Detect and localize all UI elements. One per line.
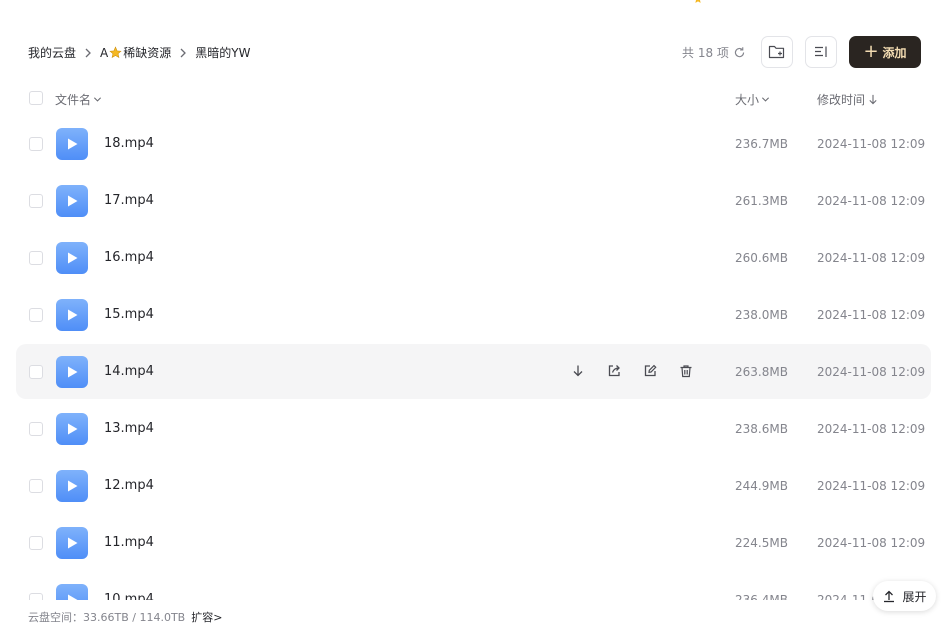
storage-footer: 云盘空间：33.66TB / 114.0TB 扩容> [28, 609, 222, 625]
breadcrumb-folder-1-suffix: 稀缺资源 [123, 46, 172, 60]
upload-icon [884, 590, 895, 603]
file-name[interactable]: 18.mp4 [104, 136, 154, 151]
video-file-icon [56, 527, 88, 559]
add-button-label: 添加 [882, 45, 907, 60]
file-size: 236.4MB [735, 593, 788, 600]
star-icon [695, 0, 701, 3]
file-modified: 2024-11-08 12:09 [817, 137, 926, 151]
add-button[interactable]: + 添加 [849, 36, 921, 68]
column-size[interactable]: 大小 [735, 91, 770, 108]
file-row[interactable]: 13.mp4 238.6MB 2024-11-08 12:09 [16, 401, 931, 456]
file-row[interactable]: 12.mp4 244.9MB 2024-11-08 12:09 [16, 458, 931, 513]
star-icon [109, 46, 122, 59]
download-icon[interactable] [570, 363, 586, 379]
storage-usage: 云盘空间：33.66TB / 114.0TB [28, 611, 186, 624]
video-file-icon [56, 128, 88, 160]
video-file-icon [56, 185, 88, 217]
file-list: 18.mp4 236.7MB 2024-11-08 12:09 17.mp4 261.3… [0, 116, 947, 600]
new-folder-icon [768, 45, 785, 59]
breadcrumb-folder-1[interactable]: A 稀缺资源 [100, 44, 171, 61]
file-modified: 2024-11-08 12:09 [817, 479, 926, 493]
file-name[interactable]: 13.mp4 [104, 421, 154, 436]
file-size: 263.8MB [735, 365, 788, 379]
video-file-icon [56, 299, 88, 331]
file-name[interactable]: 17.mp4 [104, 193, 154, 208]
video-file-icon [56, 356, 88, 388]
column-size-label: 大小 [735, 93, 760, 107]
column-name[interactable]: 文件名 [55, 91, 102, 108]
file-name[interactable]: 14.mp4 [104, 364, 154, 379]
chevron-right-icon [176, 46, 190, 60]
item-count: 共 18 项 [682, 44, 746, 61]
file-modified: 2024-11-08 12:09 [817, 536, 926, 550]
row-checkbox[interactable] [29, 308, 43, 322]
file-size: 244.9MB [735, 479, 788, 493]
file-modified: 2024-11-08 12:09 [817, 308, 926, 322]
chevron-down-icon [761, 97, 770, 102]
trash-icon[interactable] [678, 363, 694, 379]
file-name[interactable]: 16.mp4 [104, 250, 154, 265]
column-modified[interactable]: 修改时间 [817, 91, 878, 108]
row-checkbox[interactable] [29, 422, 43, 436]
video-file-icon [56, 584, 88, 600]
row-actions [570, 363, 714, 379]
rename-icon[interactable] [642, 363, 658, 379]
chevron-down-icon [93, 97, 102, 102]
expand-storage-link[interactable]: 扩容> [191, 611, 222, 624]
new-folder-button[interactable] [761, 36, 793, 68]
row-checkbox[interactable] [29, 479, 43, 493]
unfold-label: 展开 [902, 589, 927, 604]
refresh-icon[interactable] [733, 46, 746, 59]
file-modified: 2024-11-08 12:09 [817, 194, 926, 208]
file-row[interactable]: 16.mp4 260.6MB 2024-11-08 12:09 [16, 230, 931, 285]
column-name-label: 文件名 [55, 93, 92, 107]
breadcrumb: 我的云盘 A 稀缺资源 黑暗的YW [28, 44, 250, 61]
file-modified: 2024-11-08 12:09 [817, 251, 926, 265]
row-checkbox[interactable] [29, 194, 43, 208]
column-header: 文件名 大小 修改时间 [0, 86, 947, 110]
share-icon[interactable] [606, 363, 622, 379]
file-row[interactable]: 18.mp4 236.7MB 2024-11-08 12:09 [16, 116, 931, 171]
row-checkbox[interactable] [29, 251, 43, 265]
file-name[interactable]: 11.mp4 [104, 535, 154, 550]
item-count-label: 共 18 项 [682, 46, 729, 60]
breadcrumb-folder-1-prefix: A [100, 46, 109, 60]
file-size: 261.3MB [735, 194, 788, 208]
sort-button[interactable] [805, 36, 837, 68]
row-checkbox[interactable] [29, 593, 43, 600]
row-checkbox[interactable] [29, 536, 43, 550]
file-name[interactable]: 12.mp4 [104, 478, 154, 493]
file-size: 238.0MB [735, 308, 788, 322]
plus-icon: + [863, 41, 879, 62]
unfold-button[interactable]: 展开 [873, 581, 936, 611]
sort-icon [815, 46, 827, 57]
video-file-icon [56, 470, 88, 502]
header: 我的云盘 A 稀缺资源 黑暗的YW 共 18 项 + 添加 [0, 36, 947, 68]
row-checkbox[interactable] [29, 137, 43, 151]
file-size: 238.6MB [735, 422, 788, 436]
file-size: 236.7MB [735, 137, 788, 151]
breadcrumb-root[interactable]: 我的云盘 [28, 44, 76, 61]
file-size: 260.6MB [735, 251, 788, 265]
file-modified: 2024-11-08 12:09 [817, 365, 926, 379]
breadcrumb-current: 黑暗的YW [195, 46, 251, 60]
file-row[interactable]: 11.mp4 224.5MB 2024-11-08 12:09 [16, 515, 931, 570]
select-all-checkbox[interactable] [29, 91, 43, 105]
video-file-icon [56, 413, 88, 445]
video-file-icon [56, 242, 88, 274]
file-row[interactable]: 14.mp4 263.8MB 2024-11-08 12:09 [16, 344, 931, 399]
chevron-right-icon [81, 46, 95, 60]
file-row[interactable]: 15.mp4 238.0MB 2024-11-08 12:09 [16, 287, 931, 342]
file-row[interactable]: 17.mp4 261.3MB 2024-11-08 12:09 [16, 173, 931, 228]
file-size: 224.5MB [735, 536, 788, 550]
file-name[interactable]: 10.mp4 [104, 592, 154, 600]
column-modified-label: 修改时间 [817, 93, 866, 107]
arrow-down-icon [869, 94, 877, 105]
row-checkbox[interactable] [29, 365, 43, 379]
file-name[interactable]: 15.mp4 [104, 307, 154, 322]
file-row[interactable]: 10.mp4 236.4MB 2024-11-08 12:09 [16, 572, 931, 600]
file-modified: 2024-11-08 12:09 [817, 422, 926, 436]
